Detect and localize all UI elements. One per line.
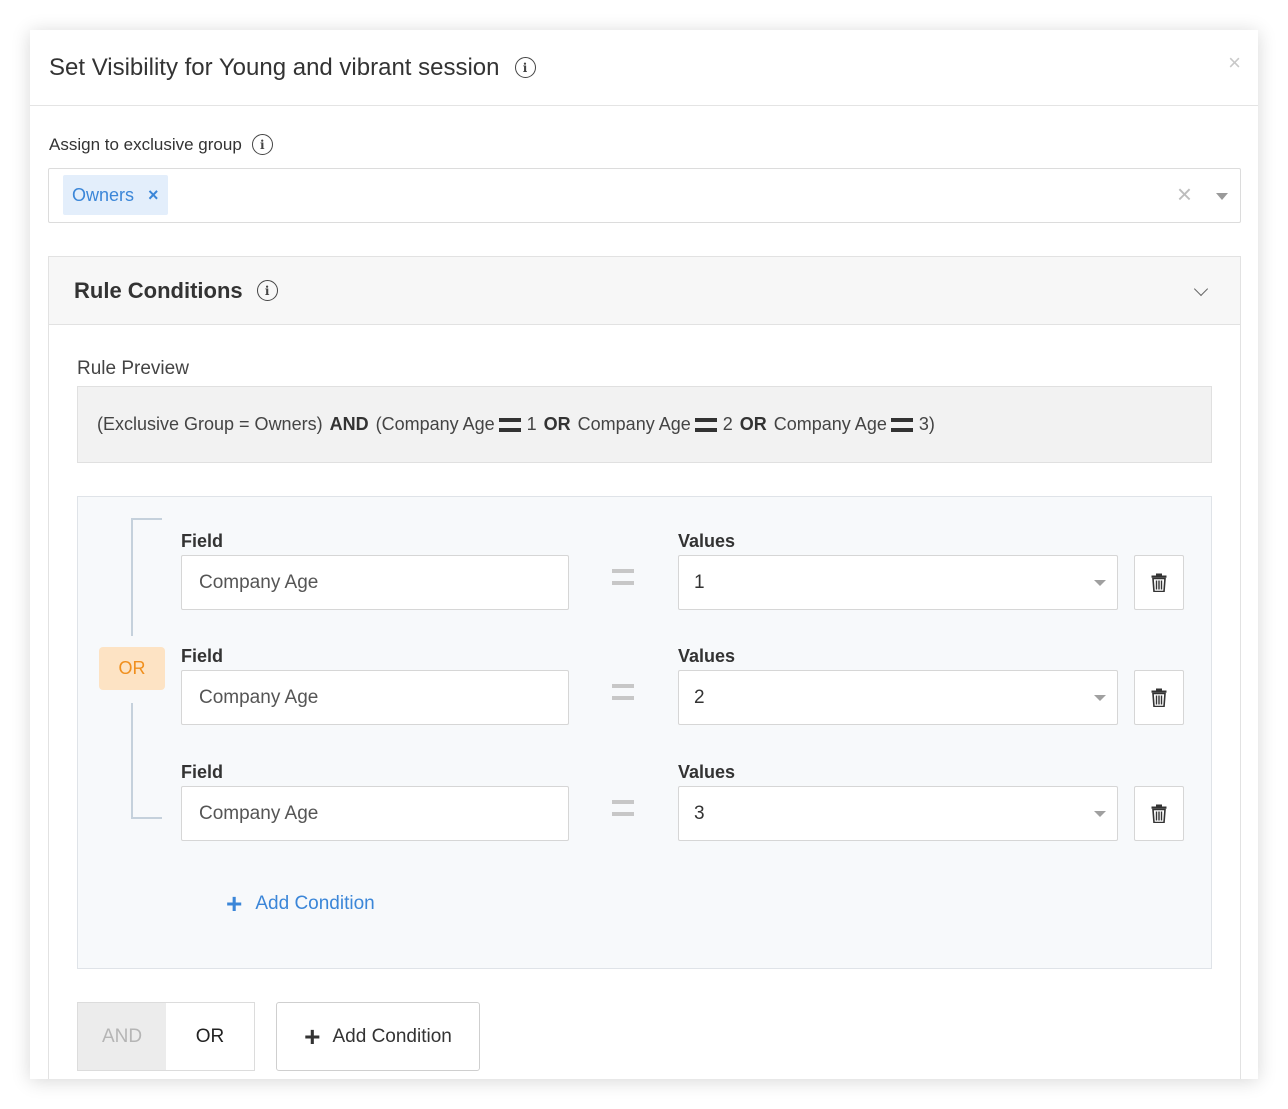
condition-row: Field Values 1 bbox=[78, 531, 1211, 641]
preview-value: 3) bbox=[918, 414, 935, 434]
rule-preview: (Exclusive Group = Owners) AND (Company … bbox=[77, 386, 1212, 463]
trash-icon bbox=[1151, 804, 1167, 823]
equals-icon bbox=[612, 800, 634, 816]
field-input[interactable] bbox=[181, 670, 569, 725]
value-select[interactable]: 2 bbox=[678, 670, 1118, 725]
condition-row: Field Values 2 bbox=[78, 646, 1211, 756]
equals-icon bbox=[498, 417, 521, 432]
rule-conditions-header[interactable]: Rule Conditions i bbox=[49, 257, 1240, 325]
exclusive-group-label-row: Assign to exclusive group i bbox=[49, 134, 273, 155]
tag-remove-icon[interactable]: × bbox=[148, 185, 159, 206]
caret-down-icon bbox=[1094, 580, 1106, 586]
field-label: Field bbox=[181, 531, 224, 551]
condition-group: OR Field Values 1 bbox=[77, 496, 1212, 969]
preview-or-operator: OR bbox=[739, 414, 767, 434]
value-select[interactable]: 1 bbox=[678, 555, 1118, 610]
value-select-value: 2 bbox=[694, 686, 705, 708]
modal-header: Set Visibility for Young and vibrant ses… bbox=[30, 30, 1258, 106]
preview-value: 2 bbox=[722, 414, 733, 434]
rule-conditions-panel: Rule Conditions i Rule Preview (Exclusiv… bbox=[48, 256, 1241, 1079]
info-icon[interactable]: i bbox=[251, 134, 273, 155]
field-input[interactable] bbox=[181, 555, 569, 610]
preview-value: 1 bbox=[526, 414, 537, 434]
field-input[interactable] bbox=[181, 786, 569, 841]
exclusive-group-select[interactable]: Owners × × bbox=[48, 168, 1241, 223]
toggle-and-button[interactable]: AND bbox=[78, 1003, 166, 1070]
preview-condition: Company Age bbox=[773, 414, 887, 434]
condition-row: Field Values 3 bbox=[78, 762, 1211, 872]
rule-conditions-title: Rule Conditions bbox=[74, 277, 243, 303]
preview-group-part: (Exclusive Group = Owners) bbox=[97, 414, 323, 434]
exclusive-group-label: Assign to exclusive group bbox=[49, 134, 242, 154]
close-icon[interactable]: × bbox=[1228, 50, 1241, 76]
field-label: Field bbox=[181, 646, 224, 666]
delete-condition-button[interactable] bbox=[1134, 555, 1184, 610]
operator-toggle: AND OR bbox=[77, 1002, 255, 1071]
preview-condition: Company Age bbox=[577, 414, 691, 434]
trash-icon bbox=[1151, 688, 1167, 707]
clear-selection-icon[interactable]: × bbox=[1177, 181, 1192, 207]
visibility-modal: Set Visibility for Young and vibrant ses… bbox=[30, 30, 1258, 1079]
info-icon[interactable]: i bbox=[256, 280, 278, 301]
values-label: Values bbox=[678, 762, 736, 782]
delete-condition-button[interactable] bbox=[1134, 786, 1184, 841]
equals-icon bbox=[612, 569, 634, 585]
info-icon[interactable]: i bbox=[514, 57, 536, 78]
trash-icon bbox=[1151, 573, 1167, 592]
preview-condition: (Company Age bbox=[375, 414, 495, 434]
equals-icon bbox=[890, 417, 913, 432]
plus-icon: + bbox=[304, 1020, 321, 1052]
equals-icon bbox=[694, 417, 717, 432]
add-condition-link[interactable]: + Add Condition bbox=[226, 890, 375, 918]
field-label: Field bbox=[181, 762, 224, 782]
rule-preview-label: Rule Preview bbox=[77, 358, 189, 379]
add-condition-label: Add Condition bbox=[255, 893, 375, 914]
selected-tag: Owners × bbox=[63, 175, 168, 215]
caret-down-icon[interactable] bbox=[1216, 193, 1228, 200]
add-condition-label: Add Condition bbox=[332, 1025, 452, 1047]
value-select-value: 1 bbox=[694, 571, 705, 593]
delete-condition-button[interactable] bbox=[1134, 670, 1184, 725]
tag-label: Owners bbox=[72, 184, 135, 205]
value-select[interactable]: 3 bbox=[678, 786, 1118, 841]
equals-icon bbox=[612, 684, 634, 700]
add-condition-button[interactable]: + Add Condition bbox=[276, 1002, 480, 1071]
values-label: Values bbox=[678, 531, 736, 551]
chevron-down-icon[interactable] bbox=[1193, 281, 1209, 297]
modal-title: Set Visibility for Young and vibrant ses… bbox=[49, 53, 500, 81]
values-label: Values bbox=[678, 646, 736, 666]
plus-icon: + bbox=[226, 888, 243, 919]
value-select-value: 3 bbox=[694, 802, 705, 824]
toggle-or-button[interactable]: OR bbox=[166, 1003, 254, 1070]
preview-and-operator: AND bbox=[329, 414, 369, 434]
caret-down-icon bbox=[1094, 695, 1106, 701]
caret-down-icon bbox=[1094, 811, 1106, 817]
preview-or-operator: OR bbox=[543, 414, 571, 434]
